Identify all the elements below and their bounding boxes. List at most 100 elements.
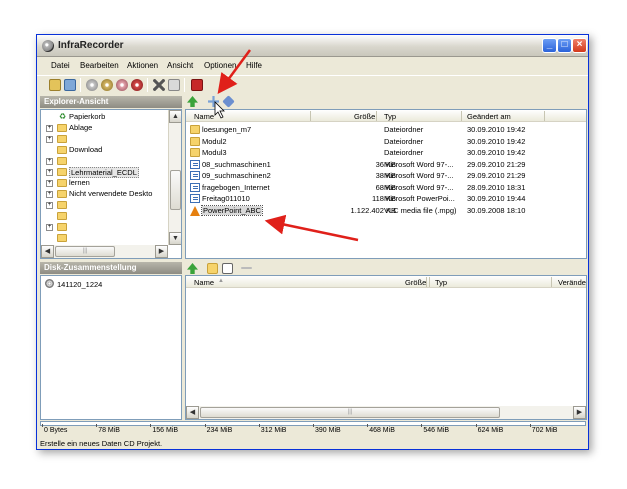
explorer-header: Explorer-Ansicht [40,96,182,108]
tree-item-label: Nicht verwendete Deskto [69,189,153,198]
tree-item[interactable]: + [41,134,167,145]
disc-col-changed[interactable]: Verände [558,278,586,287]
burn-disc-icon[interactable] [86,79,98,91]
log-icon[interactable] [191,79,203,91]
expand-icon[interactable]: + [46,202,53,209]
minimize-button[interactable]: _ [542,38,557,53]
new-project-icon[interactable] [49,79,61,91]
file-row[interactable]: loesungen_m7 Dateiordner 30.09.2010 19:42 [186,124,586,136]
file-name: Modul3 [202,148,227,157]
file-type: Microsoft Word 97-... [384,182,454,192]
disc-col-name[interactable]: Name [194,278,214,287]
tree-item[interactable] [41,233,167,244]
open-project-icon[interactable] [64,79,76,91]
disc-project-item[interactable]: 141120_1224 [45,279,102,289]
drive-icon[interactable] [168,79,180,91]
file-row[interactable]: Freitag011010 118 KB Microsoft PowerPoi...… [186,193,586,205]
title-bar[interactable]: InfraRecorder _ □ × [37,35,588,57]
file-name: PowerPoint_ABC [201,204,263,216]
disc-up-arrow-icon[interactable] [187,263,198,274]
up-arrow-icon[interactable] [187,96,198,107]
tree-item[interactable]: + [41,200,167,211]
col-type[interactable]: Typ [384,112,396,121]
expand-icon[interactable]: + [46,191,53,198]
recycle-bin-icon: ♻ [59,112,67,121]
file-row[interactable]: fragebogen_Internet 68 KB Microsoft Word 9… [186,182,586,194]
tree-item[interactable] [41,211,167,222]
fixate-disc-icon[interactable] [131,79,143,91]
tree-scroll-down[interactable]: ▼ [169,232,181,245]
tree-item-label: Download [69,145,103,154]
file-name: 08_suchmaschinen1 [202,159,271,169]
tree-item[interactable]: + [41,156,167,167]
tree-item[interactable]: + Ablage [41,123,167,134]
close-button[interactable]: × [572,38,587,53]
menu-optionen[interactable]: Optionen [204,61,236,70]
menu-datei[interactable]: Datei [51,61,70,70]
col-name[interactable]: Name [194,112,214,121]
tree-hscroll-thumb[interactable]: ||| [55,246,115,257]
file-type: Dateiordner [384,125,424,134]
tree-scroll-up[interactable]: ▲ [169,110,181,123]
folder-tree: ♻ Papierkorb + Ablage + Download + + Lehrmateria… [40,109,182,259]
expand-icon[interactable]: + [46,169,53,176]
tree-item-label: lernen [69,178,90,187]
file-row[interactable]: 08_suchmaschinen1 36 KB Microsoft Word 97-… [186,159,586,171]
add-all-icon[interactable] [222,95,235,108]
expand-icon[interactable]: + [46,224,53,231]
main-toolbar [37,75,588,93]
expand-icon[interactable]: + [46,158,53,165]
file-row[interactable]: Modul2 Dateiordner 30.09.2010 19:42 [186,136,586,148]
add-files-icon[interactable] [208,96,219,107]
expand-icon[interactable]: + [46,125,53,132]
copy-disc-icon[interactable] [101,79,113,91]
menu-aktionen[interactable]: Aktionen [127,61,158,70]
new-folder-icon[interactable] [207,263,218,274]
menu-hilfe[interactable]: Hilfe [246,61,262,70]
disc-scroll-right[interactable]: ▶ [573,406,586,419]
tree-item[interactable]: + Nicht verwendete Deskto [41,189,167,200]
disc-tree: 141120_1224 [40,275,182,420]
size-mark-label: 78 MiB [96,424,120,434]
tree-item[interactable]: + Lehrmaterial_ECDL [41,167,167,178]
size-mark-label: 390 MiB [313,424,341,434]
tree-item[interactable]: + [41,222,167,233]
file-date: 30.09.2010 19:44 [467,194,526,203]
disc-col-type[interactable]: Typ [435,278,447,287]
maximize-button[interactable]: □ [557,38,572,53]
menu-ansicht[interactable]: Ansicht [167,61,193,70]
disc-list-header: Name ▲ Größe Typ Verände [186,276,586,288]
size-mark-label: 624 MiB [475,424,504,434]
disc-hscroll[interactable]: ◀ ||| ▶ [186,406,586,419]
disc-scroll-left[interactable]: ◀ [186,406,199,419]
tree-scroll-thumb[interactable] [170,170,181,210]
disc-col-size[interactable]: Größe [405,278,426,287]
tree-item[interactable]: Download [41,145,167,156]
tree-item[interactable]: ♻ Papierkorb [41,112,167,123]
scissors-icon[interactable] [153,79,165,91]
tree-vscroll[interactable]: ▲ ▼ [168,110,181,245]
folder-icon [57,157,67,165]
tree-scroll-left[interactable]: ◀ [41,245,54,258]
folder-icon [190,125,200,134]
tree-hscroll[interactable]: ◀ ||| ▶ [41,245,168,258]
file-name: fragebogen_Internet [202,182,270,192]
expand-icon[interactable]: + [46,180,53,187]
folder-icon [57,135,67,143]
expand-icon[interactable]: + [46,136,53,143]
file-row[interactable]: Modul3 Dateiordner 30.09.2010 19:42 [186,147,586,159]
col-changed[interactable]: Geändert am [467,112,511,121]
menu-bearbeiten[interactable]: Bearbeiten [80,61,119,70]
tree-scroll-right[interactable]: ▶ [155,245,168,258]
rename-icon[interactable] [222,263,233,274]
folder-icon [57,201,67,209]
erase-disc-icon[interactable] [116,79,128,91]
file-row[interactable]: 09_suchmaschinen2 38 KB Microsoft Word 97-… [186,170,586,182]
tree-item[interactable]: + lernen [41,178,167,189]
file-date: 28.09.2010 18:31 [467,182,526,192]
menu-bar: Datei Bearbeiten Aktionen Ansicht Option… [37,58,588,74]
file-row[interactable]: PowerPoint_ABC 1.122.402 KB VLC media file… [186,204,586,217]
disc-hscroll-thumb[interactable]: ||| [200,407,500,418]
col-size[interactable]: Größe [354,112,375,121]
remove-icon[interactable] [241,267,252,269]
